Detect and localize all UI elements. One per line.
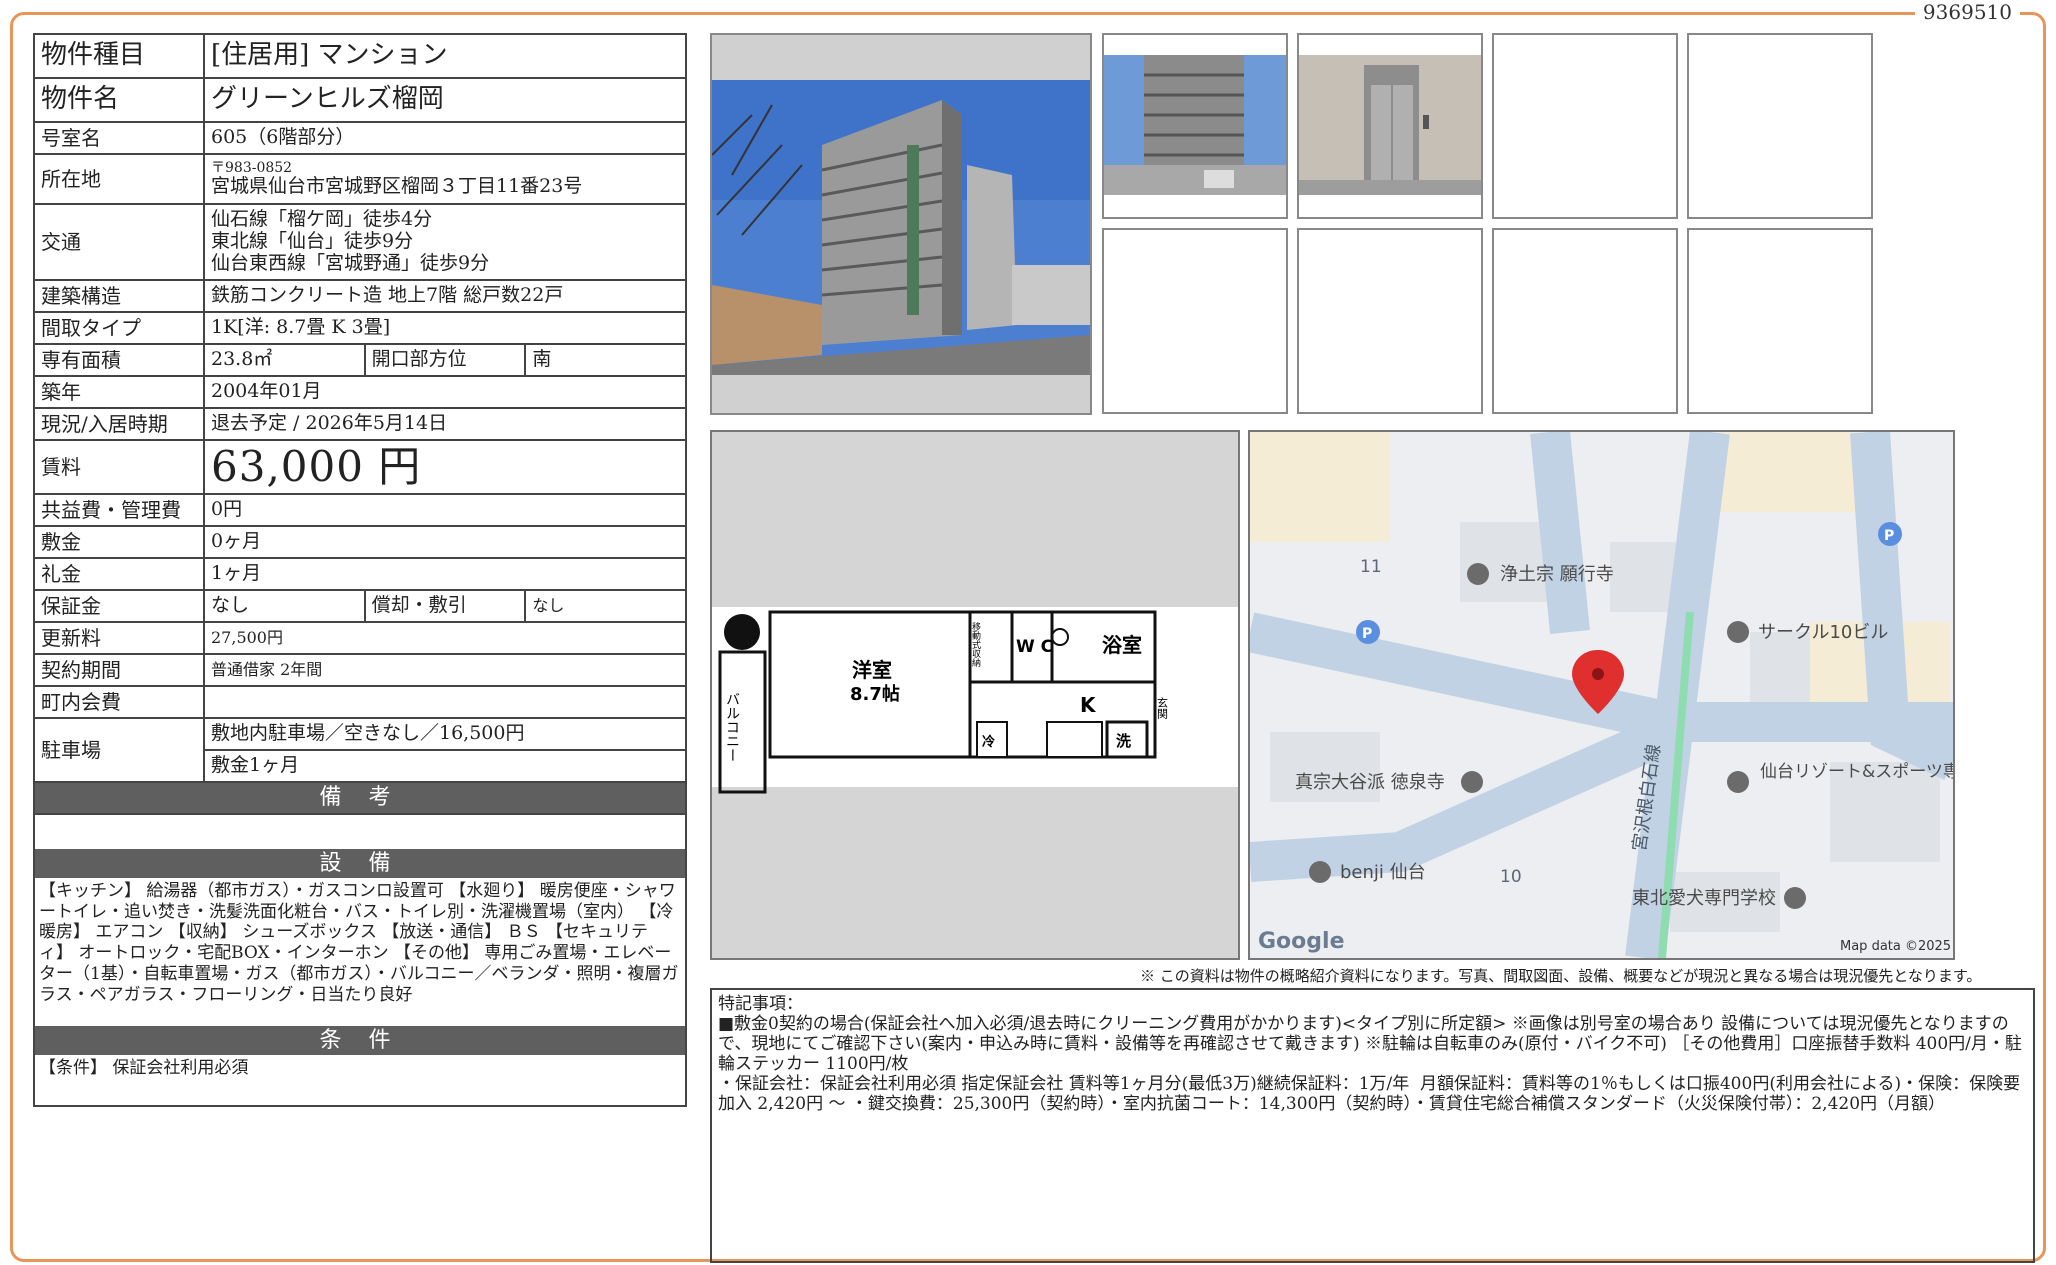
address-text: 宮城県仙台市宮城野区榴岡３丁目11番23号 <box>211 175 583 198</box>
transport-line: 東北線「仙台」徒歩9分 <box>211 230 414 253</box>
bath-label: 浴室 <box>1102 633 1142 657</box>
disclaimer-notice: ※ この資料は物件の概略紹介資料になります。写真、間取図面、設備、概要などが現況… <box>1140 967 1982 985</box>
special-notes-body: ■敷金0契約の場合(保証会社へ加入必須/退去時にクリーニング費用がかかります)<… <box>718 1014 2022 1115</box>
location-map: 11 10 浄土宗 願行寺 サークル10ビル 真宗大谷派 徳泉寺 仙台リゾート&… <box>1248 430 1955 960</box>
photo-slot <box>1492 228 1678 414</box>
elevator-thumbnail <box>1297 33 1483 219</box>
main-building-photo <box>710 33 1092 415</box>
name-label: 物件名 <box>33 77 205 123</box>
transport-value: 仙石線「榴ケ岡」徒歩4分 東北線「仙台」徒歩9分 仙台東西線「宮城野通」徒歩9分 <box>203 203 687 281</box>
remarks-header: 備 考 <box>35 783 685 813</box>
remarks-section: 備 考 設 備 【キッチン】 給湯器（都市ガス）・ガスコンロ設置可 【水廻り】 … <box>33 781 687 1108</box>
guarantee-value: なし <box>203 589 366 624</box>
area-label: 専有面積 <box>33 343 205 377</box>
photo-slot <box>1492 33 1678 219</box>
kitchen-label: K <box>1080 693 1097 717</box>
map-block-10: 10 <box>1500 867 1522 887</box>
conditions-text: 【条件】 保証会社利用必須 <box>39 1058 249 1079</box>
room-value: 605（6階部分） <box>203 121 687 155</box>
property-info-table: 物件種目 [住居用] マンション 物件名 グリーンヒルズ榴岡 号室名 605（6階部分… <box>33 33 687 1108</box>
fee-label: 共益費・管理費 <box>33 493 205 528</box>
contract-value: 普通借家 2年間 <box>203 653 687 688</box>
area-value: 23.8㎡ <box>203 343 366 377</box>
address-label: 所在地 <box>33 153 205 205</box>
building-thumbnail <box>1102 33 1288 219</box>
rent-label: 賃料 <box>33 438 205 496</box>
layout-value: 1K[洋: 8.7畳 K 3畳] <box>203 311 687 345</box>
photo-slot <box>1687 33 1873 219</box>
renewal-label: 更新料 <box>33 621 205 656</box>
special-notes-title: 特記事項： <box>718 994 803 1014</box>
built-label: 築年 <box>33 375 205 409</box>
built-value: 2004年01月 <box>203 375 687 409</box>
map-parking-icon: P <box>1362 626 1372 642</box>
map-attribution: Map data ©2025 <box>1840 939 1951 954</box>
room-size: 8.7帖 <box>850 683 900 705</box>
equipment-header: 設 備 <box>35 848 685 878</box>
map-tohoku-dog-school: 東北愛犬専門学校 <box>1632 888 1776 909</box>
parking-deposit: 敷金1ヶ月 <box>203 749 687 784</box>
deposit-value: 0ヶ月 <box>203 525 687 560</box>
direction-label: 開口部方位 <box>363 343 527 377</box>
fee-value: 0円 <box>203 493 687 528</box>
type-value: [住居用] マンション <box>203 33 687 79</box>
map-circle10-building: サークル10ビル <box>1758 622 1888 643</box>
map-parking-icon: P <box>1884 528 1894 544</box>
contract-label: 契約期間 <box>33 653 205 688</box>
key-money-label: 礼金 <box>33 557 205 592</box>
document-id: 9369510 <box>1914 0 2020 24</box>
floor-plan: 洋室 8.7帖 W C 浴室 K バルコニー 玄関 洗 冷 移動式収納 <box>710 430 1240 960</box>
google-logo: Google <box>1258 929 1345 954</box>
wc-label: W C <box>1016 637 1053 657</box>
map-sendai-resort-school: 仙台リゾート&スポーツ専門学校 <box>1760 762 1953 782</box>
status-value: 退去予定 / 2026年5月14日 <box>203 407 687 441</box>
layout-label: 間取タイプ <box>33 311 205 345</box>
type-label: 物件種目 <box>33 33 205 79</box>
address-value: 〒983-0852 宮城県仙台市宮城野区榴岡３丁目11番23号 <box>203 153 687 205</box>
name-value: グリーンヒルズ榴岡 <box>203 77 687 123</box>
key-money-value: 1ヶ月 <box>203 557 687 592</box>
rent-value: 63,000 円 <box>203 438 687 496</box>
structure-label: 建築構造 <box>33 279 205 313</box>
transport-label: 交通 <box>33 203 205 281</box>
community-fee-label: 町内会費 <box>33 685 205 720</box>
remarks-body <box>35 812 685 849</box>
direction-value: 南 <box>524 343 687 377</box>
transport-line: 仙石線「榴ケ岡」徒歩4分 <box>211 208 433 231</box>
fridge-label: 冷 <box>982 734 995 750</box>
deposit-label: 敷金 <box>33 525 205 560</box>
special-notes-box: 特記事項： ■敷金0契約の場合(保証会社へ加入必須/退去時にクリーニング費用がか… <box>710 988 2035 1263</box>
parking-value: 敷地内駐車場／空きなし／16,500円 <box>203 717 687 752</box>
storage-label: 移動式収納 <box>970 621 981 668</box>
map-benji-sendai: benji 仙台 <box>1340 862 1426 883</box>
map-block-11: 11 <box>1360 557 1382 577</box>
room-name: 洋室 <box>852 658 892 682</box>
photo-slot <box>1102 228 1288 414</box>
amortization-value: なし <box>524 589 687 624</box>
renewal-value: 27,500円 <box>203 621 687 656</box>
parking-label: 駐車場 <box>33 717 205 784</box>
room-label: 号室名 <box>33 121 205 155</box>
conditions-header: 条 件 <box>35 1025 685 1056</box>
photo-slot <box>1687 228 1873 414</box>
balcony-label: バルコニー <box>724 692 740 762</box>
amortization-label: 償却・敷引 <box>363 589 527 624</box>
structure-value: 鉄筋コンクリート造 地上7階 総戸数22戸 <box>203 279 687 313</box>
map-temple-tokusenji: 真宗大谷派 徳泉寺 <box>1295 772 1445 793</box>
washer-label: 洗 <box>1116 732 1131 750</box>
guarantee-label: 保証金 <box>33 589 205 624</box>
status-label: 現況/入居時期 <box>33 407 205 441</box>
community-fee-value <box>203 685 687 720</box>
photo-slot <box>1297 228 1483 414</box>
postal-code: 〒983-0852 <box>211 160 293 177</box>
entrance-label: 玄関 <box>1156 696 1169 719</box>
map-temple-gankoji: 浄土宗 願行寺 <box>1500 564 1614 585</box>
transport-line: 仙台東西線「宮城野通」徒歩9分 <box>211 251 490 274</box>
equipment-text: 【キッチン】 給湯器（都市ガス）・ガスコンロ設置可 【水廻り】 暖房便座・シャワ… <box>39 880 679 1005</box>
